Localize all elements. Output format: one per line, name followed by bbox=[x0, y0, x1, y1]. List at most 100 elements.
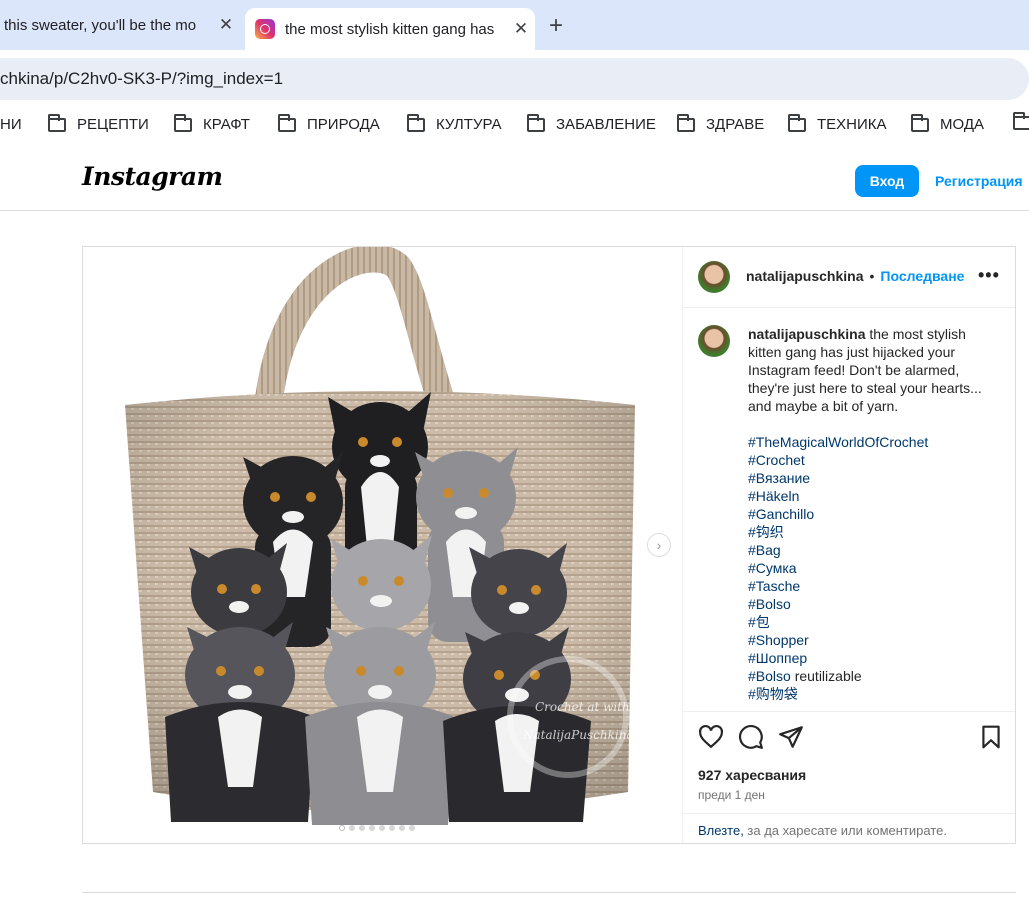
login-button[interactable]: Вход bbox=[855, 165, 919, 197]
comment-prompt-text: за да харесате или коментирате. bbox=[743, 823, 947, 838]
post-image[interactable]: Crochet at with NatalijaPuschkina › bbox=[83, 247, 683, 843]
bookmark-folder[interactable]: КУЛТУРА bbox=[407, 113, 502, 133]
hashtag-link[interactable]: #Сумка bbox=[748, 559, 998, 577]
bookmark-folder[interactable]: КРАФТ bbox=[174, 113, 250, 133]
post-header: natalijapuschkina • Последване ••• bbox=[682, 247, 1015, 308]
new-tab-button[interactable]: + bbox=[549, 12, 563, 40]
bookmark-label: РЕЦЕПТИ bbox=[77, 116, 149, 133]
divider bbox=[82, 892, 1016, 893]
close-tab-icon[interactable]: ✕ bbox=[212, 15, 240, 35]
hashtag-link[interactable]: #钩织 bbox=[748, 523, 998, 541]
folder-icon bbox=[174, 113, 192, 132]
hashtag-list: #TheMagicalWorldOfCrochet #Crochet #Вяза… bbox=[748, 433, 998, 703]
watermark-line-1: Crochet at with bbox=[535, 700, 630, 714]
more-options-icon[interactable]: ••• bbox=[978, 265, 1000, 286]
hashtag-link[interactable]: #包 bbox=[748, 613, 998, 631]
bookmark-folder[interactable]: ПРИРОДА bbox=[278, 113, 380, 133]
watermark-line-2: NatalijaPuschkina bbox=[522, 728, 634, 742]
bookmark-folder[interactable]: НИ bbox=[0, 116, 22, 133]
url-text[interactable]: chkina/p/C2hv0-SK3-P/?img_index=1 bbox=[0, 69, 283, 89]
hashtag-suffix: reutilizable bbox=[790, 668, 862, 684]
carousel-dot bbox=[369, 825, 375, 831]
omnibox[interactable]: chkina/p/C2hv0-SK3-P/?img_index=1 bbox=[0, 58, 1029, 100]
folder-icon bbox=[48, 113, 66, 132]
bookmark-folder[interactable]: ТЕХНИКА bbox=[788, 113, 887, 133]
bookmark-folder[interactable] bbox=[1013, 112, 1029, 130]
dot-separator: • bbox=[869, 268, 875, 284]
cat-grey-center-mid bbox=[331, 535, 432, 631]
comment-icon[interactable] bbox=[738, 724, 764, 750]
carousel-next-icon[interactable]: › bbox=[647, 533, 671, 557]
carousel-dot bbox=[349, 825, 355, 831]
carousel-dot bbox=[389, 825, 395, 831]
likes-count[interactable]: 927 харесвания bbox=[698, 767, 806, 783]
carousel-dot bbox=[339, 825, 345, 831]
post-sidebar: natalijapuschkina • Последване ••• natalij… bbox=[682, 247, 1015, 843]
like-heart-icon[interactable] bbox=[698, 724, 724, 750]
crochet-cat-bag-image: Crochet at with NatalijaPuschkina bbox=[125, 247, 635, 825]
address-bar: chkina/p/C2hv0-SK3-P/?img_index=1 bbox=[0, 50, 1029, 102]
bookmark-label: ЗАБАВЛЕНИЕ bbox=[556, 116, 656, 133]
caption-username[interactable]: natalijapuschkina bbox=[748, 326, 865, 342]
hashtag-link[interactable]: #Tasche bbox=[748, 577, 998, 595]
carousel-dot bbox=[399, 825, 405, 831]
instagram-favicon-icon bbox=[255, 19, 275, 39]
bookmark-folder[interactable]: ЗАБАВЛЕНИЕ bbox=[527, 113, 656, 133]
comment-login-bar: Влезте, за да харесате или коментирате. bbox=[682, 813, 1015, 844]
login-link[interactable]: Влезте, bbox=[698, 823, 744, 838]
bookmark-label: МОДА bbox=[940, 116, 984, 133]
bookmark-label: КУЛТУРА bbox=[436, 116, 502, 133]
hashtag-link[interactable]: #Вязание bbox=[748, 469, 998, 487]
share-icon[interactable] bbox=[778, 724, 804, 750]
hashtag-link[interactable]: #Häkeln bbox=[748, 487, 998, 505]
hashtag-link[interactable]: #Bolso bbox=[748, 668, 791, 684]
bookmark-folder[interactable]: РЕЦЕПТИ bbox=[48, 113, 149, 133]
bookmark-save-icon[interactable] bbox=[978, 724, 1004, 750]
post-caption: natalijapuschkina the most stylish kitte… bbox=[748, 325, 998, 703]
bookmark-label: КРАФТ bbox=[203, 116, 250, 133]
signup-link[interactable]: Регистрация bbox=[935, 173, 1023, 189]
post-card: Crochet at with NatalijaPuschkina › nata… bbox=[82, 246, 1016, 844]
close-tab-icon[interactable]: ✕ bbox=[507, 19, 535, 39]
folder-icon bbox=[278, 113, 296, 132]
post-actions bbox=[682, 711, 1015, 762]
folder-icon bbox=[407, 113, 425, 132]
bookmark-label: НИ bbox=[0, 116, 22, 133]
bookmark-label: ТЕХНИКА bbox=[817, 116, 887, 133]
follow-button[interactable]: Последване bbox=[880, 268, 964, 284]
caption-avatar[interactable] bbox=[698, 325, 730, 357]
hashtag-link[interactable]: #Shopper bbox=[748, 631, 998, 649]
bookmark-folder[interactable]: МОДА bbox=[911, 113, 984, 133]
hashtag-link[interactable]: #Шоппер bbox=[748, 649, 998, 667]
browser-tab-active[interactable]: the most stylish kitten gang has ✕ bbox=[245, 8, 535, 50]
folder-icon bbox=[677, 113, 695, 132]
bookmark-folder[interactable]: ЗДРАВЕ bbox=[677, 113, 765, 133]
folder-icon bbox=[1013, 112, 1029, 130]
instagram-logo[interactable]: Instagram bbox=[82, 162, 223, 191]
folder-icon bbox=[911, 113, 929, 132]
post-author-row: natalijapuschkina • Последване bbox=[746, 268, 964, 286]
hashtag-link[interactable]: #Bag bbox=[748, 541, 998, 559]
post-username[interactable]: natalijapuschkina bbox=[746, 268, 863, 284]
folder-icon bbox=[527, 113, 545, 132]
hashtag-link[interactable]: #Crochet bbox=[748, 451, 998, 469]
bookmarks-bar: НИ РЕЦЕПТИ КРАФТ ПРИРОДА КУЛТУРА ЗАБАВЛЕ… bbox=[0, 102, 1029, 148]
carousel-dots bbox=[339, 825, 415, 831]
avatar[interactable] bbox=[698, 261, 730, 293]
hashtag-link[interactable]: #Ganchillo bbox=[748, 505, 998, 523]
browser-tab[interactable]: this sweater, you'll be the mo ✕ bbox=[0, 0, 240, 50]
hashtag-link[interactable]: #购物袋 bbox=[748, 685, 998, 703]
instagram-header: Instagram Вход Регистрация bbox=[0, 148, 1029, 211]
bookmark-label: ЗДРАВЕ bbox=[706, 116, 765, 133]
hashtag-link[interactable]: #Bolso bbox=[748, 595, 998, 613]
browser-tab-strip: this sweater, you'll be the mo ✕ the mos… bbox=[0, 0, 1029, 50]
comment-login-prompt: Влезте, за да харесате или коментирате. bbox=[698, 823, 947, 838]
bookmark-label: ПРИРОДА bbox=[307, 116, 380, 133]
tab-title: this sweater, you'll be the mo bbox=[4, 16, 197, 34]
carousel-dot bbox=[379, 825, 385, 831]
carousel-dot bbox=[409, 825, 415, 831]
tab-title: the most stylish kitten gang has bbox=[285, 20, 495, 38]
post-date: преди 1 ден bbox=[698, 788, 765, 802]
folder-icon bbox=[788, 113, 806, 132]
hashtag-link[interactable]: #TheMagicalWorldOfCrochet bbox=[748, 433, 998, 451]
